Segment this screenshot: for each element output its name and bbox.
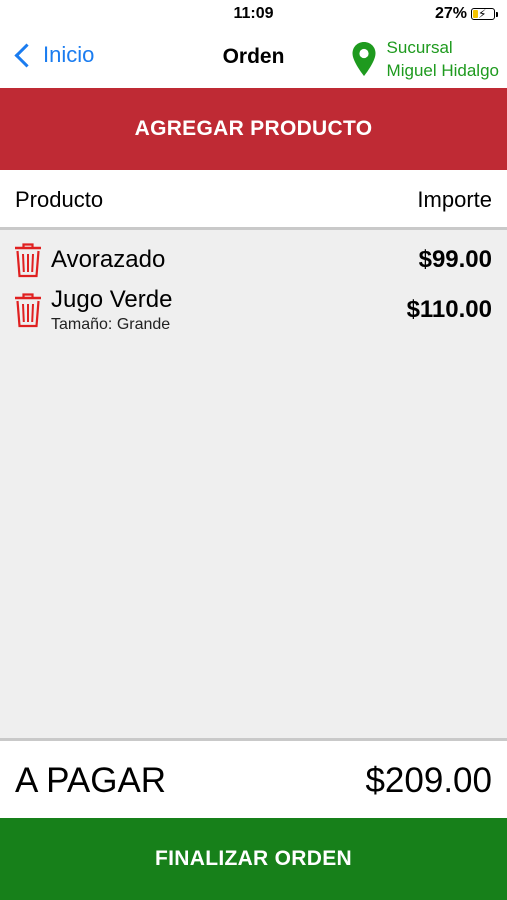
- column-header-product: Producto: [15, 187, 104, 212]
- total-value: $209.00: [365, 761, 492, 800]
- trash-icon[interactable]: [13, 242, 43, 278]
- navigation-bar: Inicio Orden Sucursal Miguel Hidalgo: [0, 28, 507, 88]
- branch-line-2: Miguel Hidalgo: [386, 61, 499, 80]
- status-time: 11:09: [233, 5, 274, 22]
- branch-name: Sucursal Miguel Hidalgo: [387, 36, 499, 82]
- item-detail: Tamaño: Grande: [51, 316, 171, 333]
- status-indicators: 27% ⚡: [434, 5, 498, 23]
- add-product-button[interactable]: AGREGAR PRODUCTO: [0, 88, 507, 170]
- back-button[interactable]: Inicio: [10, 42, 94, 68]
- total-bar: A PAGAR $209.00: [0, 738, 507, 818]
- charging-bolt-icon: ⚡: [478, 7, 487, 21]
- item-price: $110.00: [406, 296, 492, 323]
- column-header-amount: Importe: [417, 187, 492, 212]
- order-item-row: Avorazado $99.00: [0, 238, 507, 286]
- chevron-left-icon: [14, 42, 39, 68]
- order-item-row: Jugo Verde Tamaño: Grande $110.00: [0, 286, 507, 342]
- branch-line-1: Sucursal: [386, 38, 453, 57]
- table-header: Producto Importe: [0, 170, 507, 230]
- battery-charging-icon: ⚡: [471, 7, 498, 21]
- location-pin-icon: [352, 42, 376, 76]
- item-name: Jugo Verde: [51, 286, 173, 313]
- trash-icon[interactable]: [13, 292, 43, 328]
- total-label: A PAGAR: [15, 761, 167, 800]
- status-bar: 11:09 27% ⚡: [0, 0, 507, 28]
- branch-selector[interactable]: Sucursal Miguel Hidalgo: [351, 36, 499, 82]
- back-button-label: Inicio: [43, 42, 95, 67]
- finish-order-button[interactable]: FINALIZAR ORDEN: [0, 818, 507, 900]
- item-name: Avorazado: [51, 246, 166, 273]
- battery-percent: 27%: [434, 5, 467, 22]
- order-items-list: Avorazado $99.00 Jugo Verde Tamaño: Gran…: [0, 230, 507, 738]
- item-price: $99.00: [418, 246, 492, 273]
